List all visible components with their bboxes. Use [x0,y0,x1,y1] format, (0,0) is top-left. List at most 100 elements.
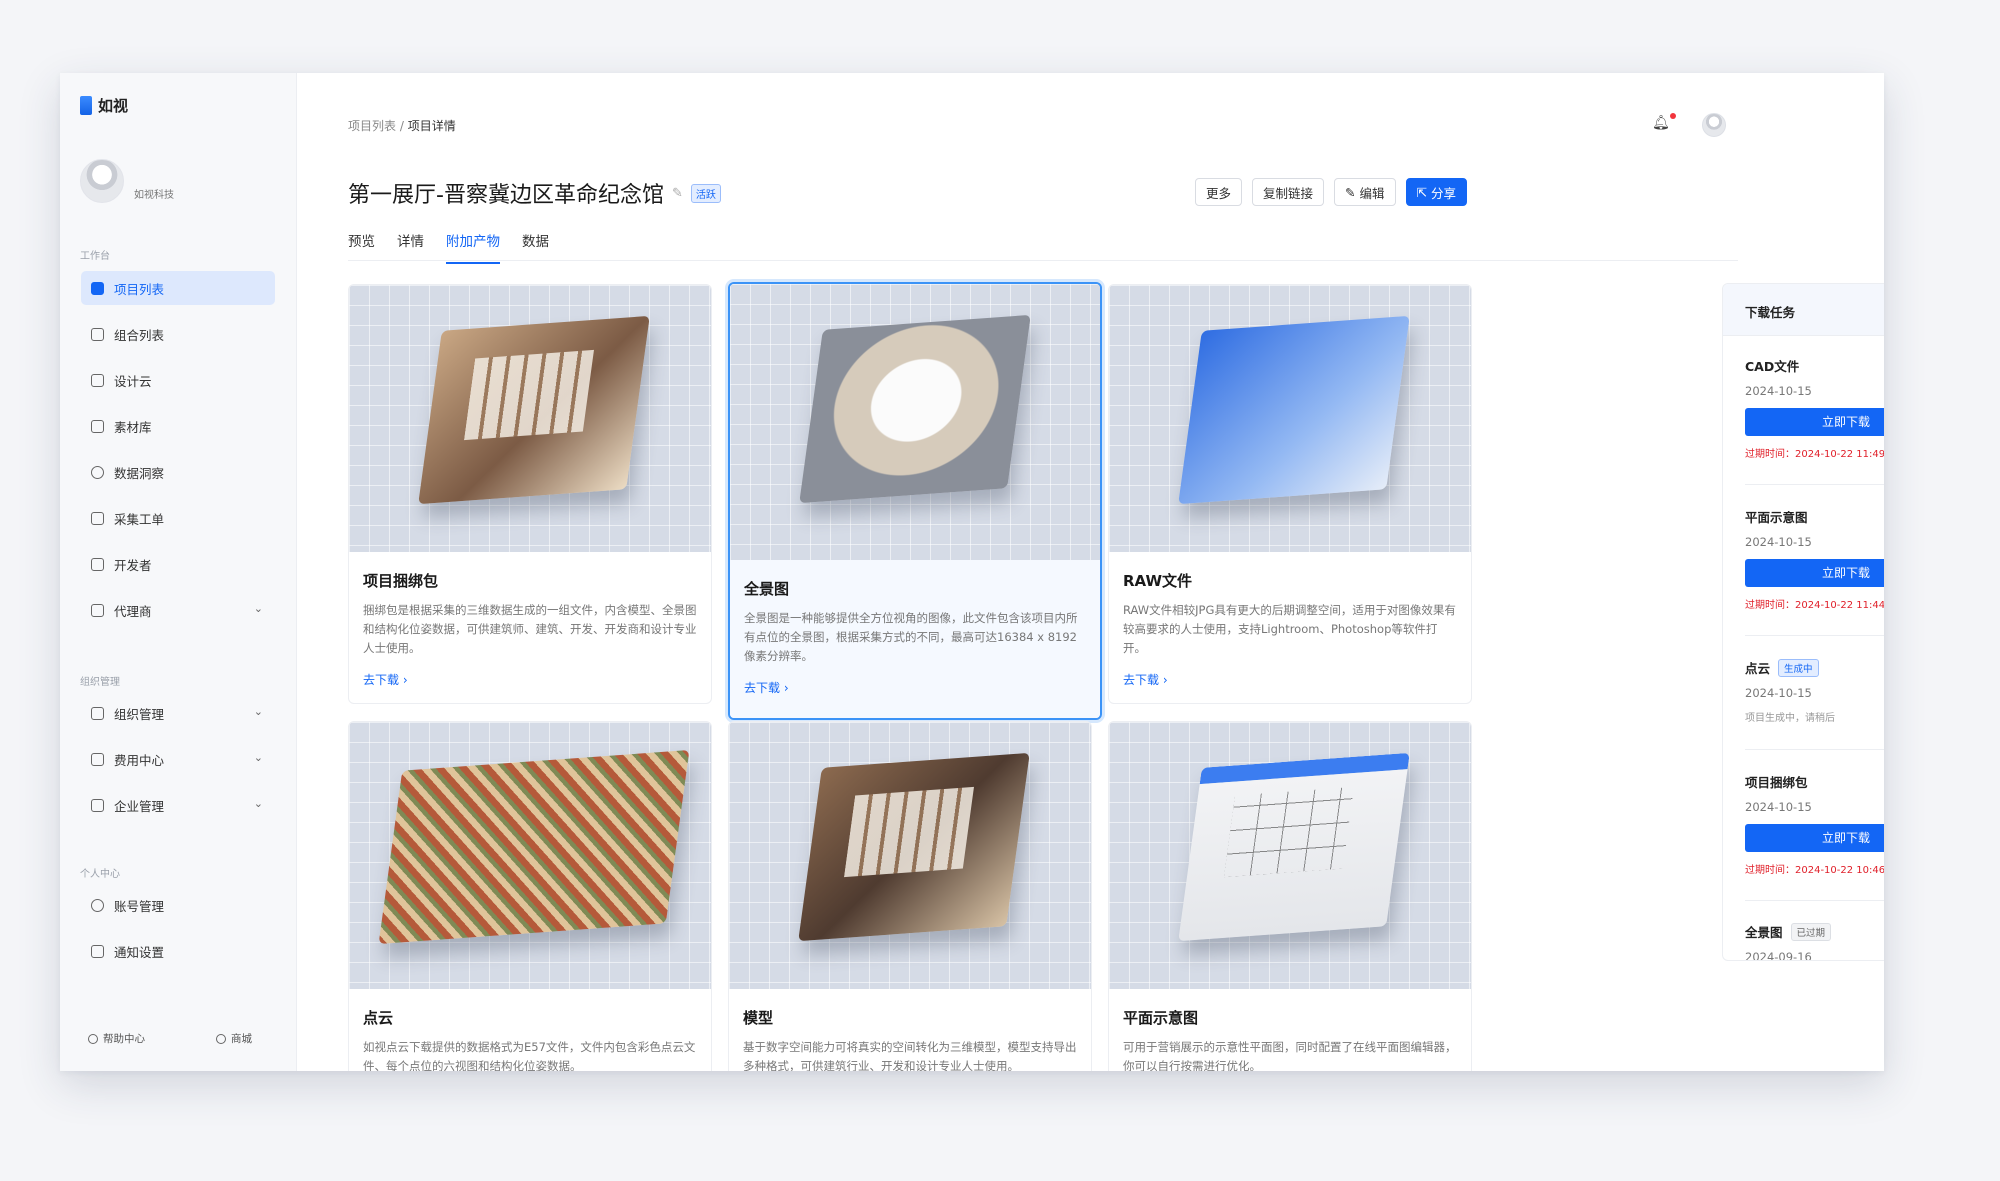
help-icon [88,1033,98,1044]
card-model[interactable]: 模型基于数字空间能力可将真实的空间转化为三维模型，模型支持导出多种格式，可供建筑… [728,721,1092,1071]
task-item: CAD文件 2024-10-15 立即下载 过期时间：2024-10-22 11… [1745,356,1884,460]
shop-icon [216,1033,226,1044]
section-workspace: 工作台 [80,251,110,262]
tab-divider [348,260,1738,261]
download-link[interactable]: 去下载 › [1123,671,1457,688]
download-link[interactable]: 去下载 › [744,679,1086,696]
sidebar-item-enterprise[interactable]: 企业管理 ⌄ [81,788,275,822]
breadcrumb-parent[interactable]: 项目列表 [348,119,396,133]
sidebar: 如视 如视科技 工作台 项目列表 组合列表 设计云 素材库 数据洞察 采集工单 … [60,73,297,1071]
task-name-row: 点云 生成中 [1745,658,1884,677]
card-desc: RAW文件相较JPG具有更大的后期调整空间，适用于对图像效果有较高要求的人士使用… [1123,603,1456,655]
share-button[interactable]: ⇱ 分享 [1405,178,1467,206]
breadcrumb-current: 项目详情 [407,119,456,133]
task-date: 2024-10-15 [1745,800,1812,814]
chart-pie-icon [91,465,104,479]
store-link[interactable]: 商城 [216,1031,252,1046]
tab-extras[interactable]: 附加产物 [446,230,500,264]
task-date: 2024-09-16 [1745,950,1812,961]
help-center-label: 帮助中心 [103,1033,145,1045]
pointcloud-thumbnail [349,722,711,989]
status-badge: 已过期 [1790,922,1832,941]
org-name: 如视科技 [134,190,174,201]
expire-time: 过期时间：2024-10-22 11:49 [1745,449,1884,460]
status-badge: 活跃 [690,183,721,203]
user-avatar[interactable] [1702,113,1726,137]
card-title: RAW文件 [1123,572,1193,590]
sidebar-item-combo-list[interactable]: 组合列表 [81,317,275,351]
card-panorama[interactable]: 全景图 全景图是一种能够提供全方位视角的图像，此文件包含该项目内所有点位的全景图，… [728,282,1102,720]
notification-dot [1670,113,1676,119]
share-icon: ⇱ [1416,184,1431,200]
download-link[interactable]: 去下载 › [363,671,697,688]
code-icon [91,557,104,571]
page-title: 第一展厅-晋察冀边区革命纪念馆 ✎ 活跃 [348,177,721,209]
task-item: 项目捆绑包 2024-10-15 立即下载 过期时间：2024-10-22 10… [1745,772,1884,876]
sidebar-item-notifications[interactable]: 通知设置 [81,934,275,968]
sidebar-item-org-manage[interactable]: 组织管理 ⌄ [81,696,275,730]
floorplan-thumbnail [1109,722,1471,989]
share-label: 分享 [1430,185,1456,201]
more-button[interactable]: 更多 [1195,178,1243,206]
app-name: 如视 [98,97,129,115]
sidebar-item-billing[interactable]: 费用中心 ⌄ [81,742,275,776]
sidebar-item-agents[interactable]: 代理商 ⌄ [81,593,275,627]
sidebar-item-project-list[interactable]: 项目列表 [81,271,275,305]
sidebar-item-developer[interactable]: 开发者 [81,547,275,581]
card-pointcloud[interactable]: 点云 如视点云下载提供的数据格式为E57文件，文件内包含彩色点云文件、每个点位的六… [348,721,712,1071]
action-buttons: 更多 复制链接 ✎ 编辑 ⇱ 分享 [1195,178,1467,206]
tab-details[interactable]: 详情 [397,230,424,264]
task-name: CAD文件 [1745,359,1800,374]
copy-link-button[interactable]: 复制链接 [1252,178,1325,206]
download-now-button[interactable]: 立即下载 [1745,408,1884,436]
task-note: 项目生成中，请稍后 [1745,713,1835,724]
app-logo[interactable]: 如视 [80,95,128,116]
sidebar-item-label: 组织管理 [114,706,165,722]
breadcrumb: 项目列表 / 项目详情 [348,117,456,134]
bundle-thumbnail [349,285,711,552]
task-name: 全景图 [1745,925,1783,940]
card-title: 平面示意图 [1123,1009,1199,1027]
user-icon [91,898,104,912]
sidebar-item-design-cloud[interactable]: 设计云 [81,363,275,397]
section-personal: 个人中心 [80,869,120,880]
task-item: 平面示意图 2024-10-15 立即下载 过期时间：2024-10-22 11… [1745,507,1884,611]
task-divider [1745,635,1884,636]
sidebar-item-label: 开发者 [114,557,152,573]
task-item: 全景图 已过期 2024-09-16 [1745,922,1884,961]
model-thumbnail [729,722,1091,989]
download-now-button[interactable]: 立即下载 [1745,824,1884,852]
task-divider [1745,484,1884,485]
task-date: 2024-10-15 [1745,384,1812,398]
sidebar-item-account[interactable]: 账号管理 [81,888,275,922]
download-now-button[interactable]: 立即下载 [1745,559,1884,587]
breadcrumb-separator: / [399,119,408,133]
sidebar-item-label: 设计云 [114,373,152,389]
sidebar-item-label: 素材库 [114,419,152,435]
card-title: 模型 [743,1009,774,1027]
card-desc: 基于数字空间能力可将真实的空间转化为三维模型，模型支持导出多种格式，可供建筑行业… [743,1040,1077,1071]
org-avatar[interactable] [80,159,124,203]
document-icon [91,511,104,525]
card-raw[interactable]: RAW文件 RAW文件相较JPG具有更大的后期调整空间，适用于对图像效果有较高要求… [1108,284,1472,704]
sidebar-item-label: 组合列表 [114,327,165,343]
edit-button[interactable]: ✎ 编辑 [1334,178,1396,206]
sidebar-item-label: 代理商 [114,603,152,619]
card-desc: 捆绑包是根据采集的三维数据生成的一组文件，内含模型、全景图和结构化位姿数据，可供… [363,603,697,655]
sidebar-item-work-orders[interactable]: 采集工单 [81,501,275,535]
tab-preview[interactable]: 预览 [348,230,375,264]
task-item: 点云 生成中 2024-10-15 项目生成中，请稍后 [1745,658,1884,724]
sidebar-item-insights[interactable]: 数据洞察 [81,455,275,489]
task-name: 项目捆绑包 [1745,775,1808,790]
sidebar-item-label: 通知设置 [114,944,165,960]
card-floorplan[interactable]: 平面示意图 可用于营销展示的示意性平面图，同时配置了在线平面图编辑器，你可以自行按… [1108,721,1472,1071]
sidebar-item-assets[interactable]: 素材库 [81,409,275,443]
layers-icon [91,327,104,341]
card-bundle[interactable]: 项目捆绑包 捆绑包是根据采集的三维数据生成的一组文件，内含模型、全景图和结构化位姿… [348,284,712,704]
card-desc: 全景图是一种能够提供全方位视角的图像，此文件包含该项目内所有点位的全景图，根据采… [744,611,1078,663]
tab-data[interactable]: 数据 [522,230,549,264]
sidebar-item-label: 采集工单 [114,511,165,527]
edit-title-icon[interactable]: ✎ [672,186,683,201]
help-center-link[interactable]: 帮助中心 [88,1031,145,1046]
bell-icon[interactable]: 🔔︎ [1652,115,1670,131]
